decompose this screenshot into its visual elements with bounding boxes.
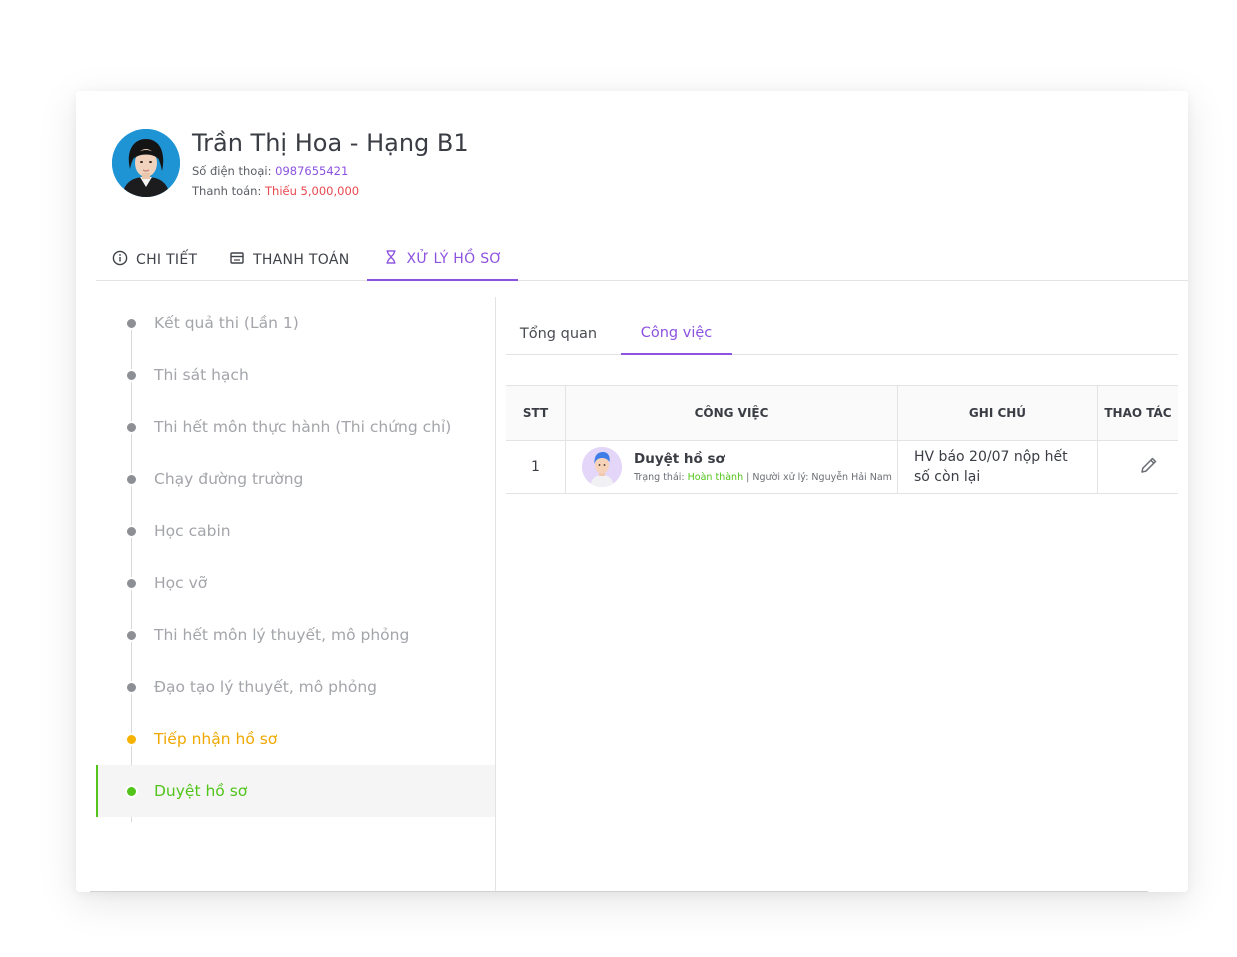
timeline-dot — [125, 732, 138, 746]
payment-line: Thanh toán: Thiếu 5,000,000 — [192, 184, 359, 198]
row-stt: 1 — [506, 441, 566, 493]
row-task: Duyệt hồ sơ Trạng thái: Hoàn thành | Ngư… — [566, 441, 898, 493]
task-meta: Trạng thái: Hoàn thành | Người xử lý: Ng… — [634, 472, 892, 483]
payment-label: Thanh toán: — [192, 184, 262, 198]
row-actions — [1098, 441, 1178, 493]
tab-thanh-toan-label: THANH TOÁN — [253, 252, 350, 268]
timeline-dot — [125, 628, 138, 642]
tab-xu-ly-ho-so-label: XỬ LÝ HỒ SƠ — [406, 251, 503, 267]
tab-tong-quan[interactable]: Tổng quan — [506, 313, 611, 355]
edit-button[interactable] — [1137, 455, 1161, 479]
tab-xu-ly-ho-so[interactable]: XỬ LÝ HỒ SƠ — [367, 239, 518, 281]
tab-chi-tiet[interactable]: CHI TIẾT — [112, 239, 197, 281]
timeline-label: Học cabin — [154, 522, 231, 540]
task-table: STT CÔNG VIỆC GHI CHÚ THAO TÁC 1 Duyệt h… — [506, 385, 1178, 494]
timeline-label: Tiếp nhận hồ sơ — [154, 730, 278, 748]
table-header: STT CÔNG VIỆC GHI CHÚ THAO TÁC — [506, 386, 1178, 441]
tab-thanh-toan[interactable]: THANH TOÁN — [229, 239, 349, 281]
timeline-label: Kết quả thi (Lần 1) — [154, 314, 299, 332]
tab-chi-tiet-label: CHI TIẾT — [136, 252, 198, 268]
timeline-label: Thi hết môn thực hành (Thi chứng chỉ) — [154, 418, 452, 436]
header-stt: STT — [506, 386, 566, 440]
bottom-divider — [90, 891, 1148, 892]
sub-tabs: Tổng quan Công việc — [506, 313, 1178, 355]
phone-label: Số điện thoại: — [192, 164, 272, 178]
timeline-item[interactable]: Thi hết môn thực hành (Thi chứng chỉ) — [96, 401, 495, 453]
header-ghi-chu: GHI CHÚ — [898, 386, 1098, 440]
phone-line: Số điện thoại: 0987655421 — [192, 164, 348, 178]
timeline-label: Học vỡ — [154, 574, 208, 592]
timeline-item[interactable]: Chạy đường trường — [96, 453, 495, 505]
handler-text: | Người xử lý: Nguyễn Hải Nam — [746, 472, 892, 483]
timeline-label: Thi sát hạch — [154, 366, 249, 384]
status-value: Hoàn thành — [687, 472, 744, 483]
timeline-dot — [125, 784, 138, 798]
timeline-item[interactable]: Thi hết môn lý thuyết, mô phỏng — [96, 609, 495, 661]
phone-value[interactable]: 0987655421 — [275, 164, 348, 178]
timeline-item-pending[interactable]: Tiếp nhận hồ sơ — [96, 713, 495, 765]
timeline-dot — [125, 576, 138, 590]
timeline-label: Chạy đường trường — [154, 470, 304, 488]
status-label: Trạng thái: — [634, 472, 685, 483]
timeline-item[interactable]: Học cabin — [96, 505, 495, 557]
timeline-item-active[interactable]: Duyệt hồ sơ — [96, 765, 495, 817]
timeline-label: Đạo tạo lý thuyết, mô phỏng — [154, 678, 377, 696]
timeline-item[interactable]: Thi sát hạch — [96, 349, 495, 401]
tab-cong-viec[interactable]: Công việc — [621, 313, 732, 355]
profile-card: Trần Thị Hoa - Hạng B1 Số điện thoại: 09… — [76, 91, 1188, 892]
timeline-item[interactable]: Đạo tạo lý thuyết, mô phỏng — [96, 661, 495, 713]
header-cong-viec: CÔNG VIỆC — [566, 386, 898, 440]
student-avatar — [112, 129, 180, 197]
info-icon — [112, 250, 128, 270]
process-timeline: Kết quả thi (Lần 1) Thi sát hạch Thi hết… — [96, 297, 496, 892]
timeline-label: Duyệt hồ sơ — [154, 782, 248, 800]
timeline-dot — [125, 524, 138, 538]
receipt-icon — [229, 250, 245, 270]
student-name: Trần Thị Hoa - Hạng B1 — [192, 129, 469, 157]
timeline-label: Thi hết môn lý thuyết, mô phỏng — [154, 626, 410, 644]
timeline-dot — [125, 420, 138, 434]
pencil-icon — [1139, 455, 1159, 479]
timeline-item[interactable]: Kết quả thi (Lần 1) — [96, 297, 495, 349]
timeline-dot — [125, 368, 138, 382]
header-thao-tac: THAO TÁC — [1104, 406, 1172, 420]
task-title: Duyệt hồ sơ — [634, 451, 725, 467]
task-text: Duyệt hồ sơ Trạng thái: Hoàn thành | Ngư… — [634, 451, 892, 483]
timeline-dot — [125, 680, 138, 694]
main-tabs: CHI TIẾT THANH TOÁN XỬ LÝ HỒ SƠ — [96, 239, 1188, 281]
timeline-dot — [125, 316, 138, 330]
timeline-item[interactable]: Học vỡ — [96, 557, 495, 609]
table-row: 1 Duyệt hồ sơ Trạng thái: Hoàn thành | N… — [506, 441, 1178, 494]
timeline-dot — [125, 472, 138, 486]
row-note: HV báo 20/07 nộp hết số còn lại — [898, 441, 1098, 493]
payment-value: Thiếu 5,000,000 — [265, 184, 360, 198]
hourglass-icon — [383, 249, 399, 269]
handler-avatar — [582, 447, 622, 487]
